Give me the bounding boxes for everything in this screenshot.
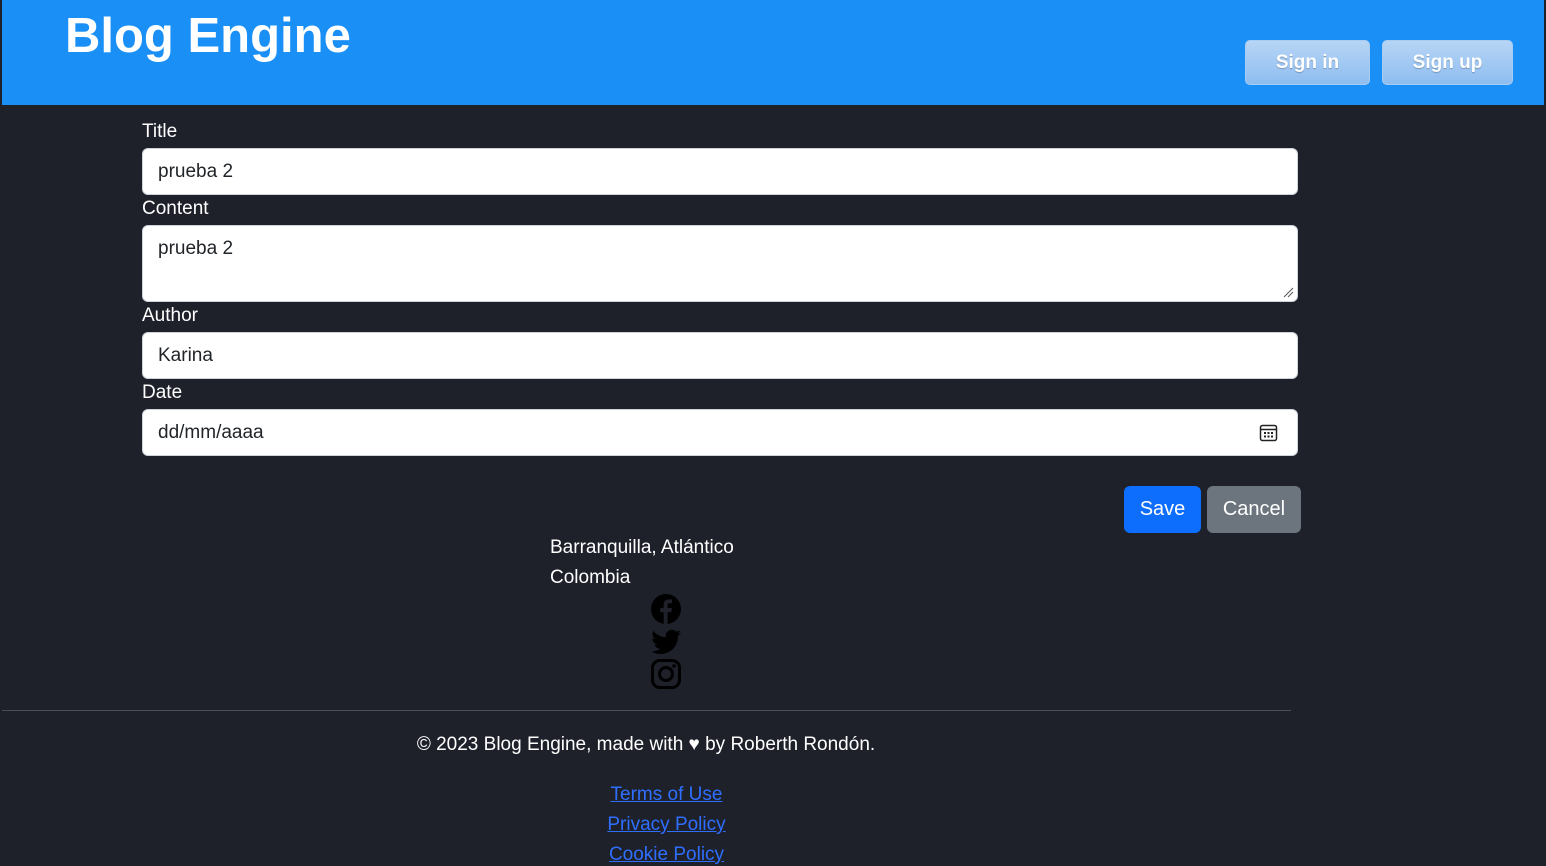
footer-link-privacy[interactable]: Privacy Policy [0,814,1333,836]
footer-link-cookie[interactable]: Cookie Policy [0,844,1333,866]
footer-link-terms[interactable]: Terms of Use [0,784,1333,806]
resize-handle-icon[interactable] [1283,287,1294,298]
content-textarea[interactable]: prueba 2 [142,225,1298,302]
footer-divider [2,710,1291,711]
date-input[interactable]: dd/mm/aaaa [142,409,1298,456]
author-label: Author [142,305,198,326]
copyright-text: © 2023 Blog Engine, made with ♥ by Rober… [416,734,876,755]
instagram-icon[interactable] [650,658,682,690]
terms-of-use-link[interactable]: Terms of Use [611,784,723,805]
author-input[interactable]: Karina [142,332,1298,379]
sign-in-button[interactable]: Sign in [1245,40,1370,85]
title-input[interactable]: prueba 2 [142,148,1298,195]
address-country: Colombia [550,567,631,588]
save-button[interactable]: Save [1124,486,1201,533]
site-header: Blog Engine Sign in Sign up [2,0,1544,105]
facebook-icon[interactable] [650,593,682,625]
content-label: Content [142,198,209,219]
brand-title[interactable]: Blog Engine [65,8,351,64]
address-city: Barranquilla, Atlántico [550,537,734,558]
sign-up-button[interactable]: Sign up [1382,40,1513,85]
date-placeholder: dd/mm/aaaa [158,421,264,443]
date-label: Date [142,382,183,403]
privacy-policy-link[interactable]: Privacy Policy [607,814,725,835]
cancel-button[interactable]: Cancel [1207,486,1301,533]
content-text: prueba 2 [158,238,234,259]
cookie-policy-link[interactable]: Cookie Policy [609,844,724,865]
twitter-icon[interactable] [650,626,682,658]
title-label: Title [142,121,178,142]
calendar-icon[interactable] [1259,423,1278,442]
